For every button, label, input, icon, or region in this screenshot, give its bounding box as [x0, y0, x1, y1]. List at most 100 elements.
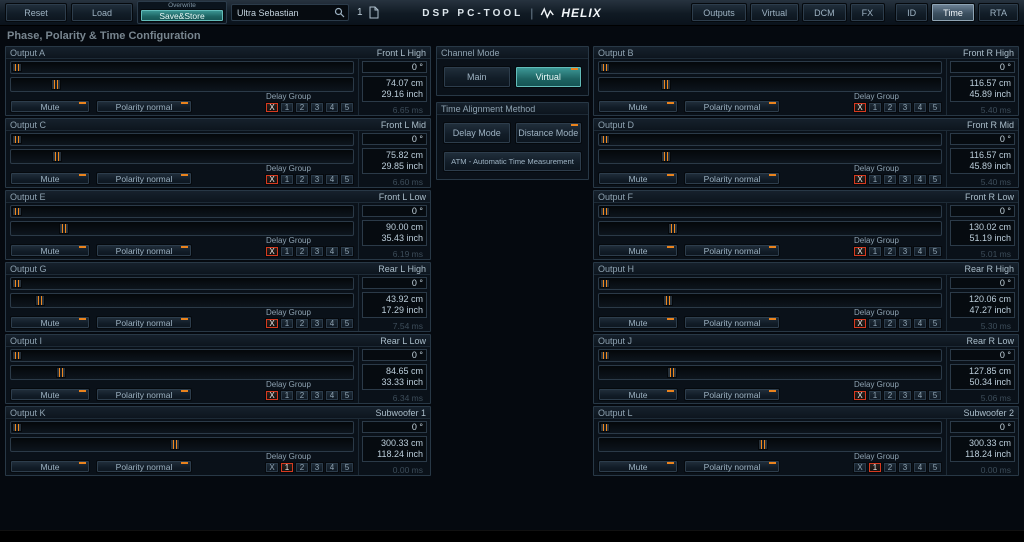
delay-group-2-button[interactable]: 2 — [295, 102, 309, 113]
phase-value[interactable]: 0 ° — [950, 277, 1015, 289]
polarity-button[interactable]: Polarity normal — [96, 460, 192, 473]
phase-value[interactable]: 0 ° — [362, 277, 427, 289]
phase-slider[interactable] — [598, 205, 942, 218]
distance-cm-value[interactable]: 74.07 cm — [366, 78, 423, 89]
phase-slider-thumb[interactable] — [12, 135, 22, 144]
distance-cm-value[interactable]: 300.33 cm — [954, 438, 1011, 449]
load-button[interactable]: Load — [71, 3, 133, 22]
delay-slider-thumb[interactable] — [663, 295, 674, 306]
distance-cm-value[interactable]: 130.02 cm — [954, 222, 1011, 233]
mute-button[interactable]: Mute — [598, 244, 678, 257]
polarity-button[interactable]: Polarity normal — [684, 316, 780, 329]
polarity-button[interactable]: Polarity normal — [96, 244, 192, 257]
delay-group-3-button[interactable]: 3 — [898, 462, 912, 473]
polarity-button[interactable]: Polarity normal — [684, 388, 780, 401]
delay-group-4-button[interactable]: 4 — [913, 462, 927, 473]
distance-cm-value[interactable]: 90.00 cm — [366, 222, 423, 233]
delay-slider-thumb[interactable] — [661, 151, 672, 162]
mute-button[interactable]: Mute — [10, 316, 90, 329]
phase-value[interactable]: 0 ° — [950, 61, 1015, 73]
phase-value[interactable]: 0 ° — [362, 349, 427, 361]
delay-group-x-button[interactable]: X — [853, 390, 867, 401]
distance-inch-value[interactable]: 45.89 inch — [954, 161, 1011, 172]
delay-group-x-button[interactable]: X — [265, 174, 279, 185]
delay-group-5-button[interactable]: 5 — [340, 318, 354, 329]
delay-group-2-button[interactable]: 2 — [295, 462, 309, 473]
distance-values[interactable]: 43.92 cm 17.29 inch — [362, 292, 427, 318]
phase-slider[interactable] — [598, 133, 942, 146]
polarity-button[interactable]: Polarity normal — [684, 100, 780, 113]
delay-group-5-button[interactable]: 5 — [340, 102, 354, 113]
delay-slider-thumb[interactable] — [169, 439, 180, 450]
delay-group-1-button[interactable]: 1 — [280, 390, 294, 401]
delay-group-x-button[interactable]: X — [265, 246, 279, 257]
delay-group-1-button[interactable]: 1 — [868, 102, 882, 113]
polarity-button[interactable]: Polarity normal — [96, 172, 192, 185]
delay-slider-thumb[interactable] — [667, 367, 678, 378]
phase-value[interactable]: 0 ° — [950, 349, 1015, 361]
delay-slider-thumb[interactable] — [51, 79, 62, 90]
phase-slider-thumb[interactable] — [12, 63, 22, 72]
phase-value[interactable]: 0 ° — [362, 133, 427, 145]
distance-inch-value[interactable]: 29.16 inch — [366, 89, 423, 100]
distance-inch-value[interactable]: 17.29 inch — [366, 305, 423, 316]
delay-group-3-button[interactable]: 3 — [898, 246, 912, 257]
delay-group-1-button[interactable]: 1 — [280, 462, 294, 473]
delay-group-4-button[interactable]: 4 — [913, 246, 927, 257]
delay-slider[interactable] — [10, 77, 354, 92]
delay-group-1-button[interactable]: 1 — [868, 462, 882, 473]
phase-value[interactable]: 0 ° — [950, 133, 1015, 145]
delay-group-1-button[interactable]: 1 — [868, 318, 882, 329]
delay-group-5-button[interactable]: 5 — [340, 390, 354, 401]
delay-group-5-button[interactable]: 5 — [928, 462, 942, 473]
distance-cm-value[interactable]: 300.33 cm — [366, 438, 423, 449]
reset-button[interactable]: Reset — [5, 3, 67, 22]
delay-group-4-button[interactable]: 4 — [913, 174, 927, 185]
delay-mode-button[interactable]: Delay Mode — [443, 122, 511, 144]
delay-group-4-button[interactable]: 4 — [913, 102, 927, 113]
delay-group-4-button[interactable]: 4 — [325, 318, 339, 329]
delay-slider[interactable] — [10, 437, 354, 452]
save-store-button[interactable]: Save&Store — [140, 9, 224, 22]
nav-virtual-button[interactable]: Virtual — [749, 3, 800, 22]
mute-button[interactable]: Mute — [10, 172, 90, 185]
delay-group-1-button[interactable]: 1 — [868, 174, 882, 185]
delay-group-1-button[interactable]: 1 — [280, 318, 294, 329]
delay-group-3-button[interactable]: 3 — [898, 318, 912, 329]
delay-group-5-button[interactable]: 5 — [340, 246, 354, 257]
phase-slider[interactable] — [598, 421, 942, 434]
distance-cm-value[interactable]: 43.92 cm — [366, 294, 423, 305]
distance-inch-value[interactable]: 29.85 inch — [366, 161, 423, 172]
delay-slider[interactable] — [10, 293, 354, 308]
distance-values[interactable]: 300.33 cm 118.24 inch — [362, 436, 427, 462]
nav-id-button[interactable]: ID — [895, 3, 929, 22]
mute-button[interactable]: Mute — [598, 388, 678, 401]
nav-outputs-button[interactable]: Outputs — [691, 3, 747, 22]
phase-slider[interactable] — [598, 61, 942, 74]
delay-group-2-button[interactable]: 2 — [295, 246, 309, 257]
mute-button[interactable]: Mute — [598, 316, 678, 329]
distance-values[interactable]: 120.06 cm 47.27 inch — [950, 292, 1015, 318]
delay-slider[interactable] — [598, 149, 942, 164]
delay-group-5-button[interactable]: 5 — [928, 102, 942, 113]
channel-mode-virtual-button[interactable]: Virtual — [514, 66, 582, 88]
distance-values[interactable]: 127.85 cm 50.34 inch — [950, 364, 1015, 390]
mute-button[interactable]: Mute — [598, 460, 678, 473]
phase-slider-thumb[interactable] — [12, 279, 22, 288]
delay-group-1-button[interactable]: 1 — [868, 390, 882, 401]
phase-value[interactable]: 0 ° — [950, 205, 1015, 217]
delay-slider-thumb[interactable] — [661, 79, 672, 90]
phase-slider-thumb[interactable] — [12, 207, 22, 216]
mute-button[interactable]: Mute — [10, 460, 90, 473]
delay-group-2-button[interactable]: 2 — [295, 318, 309, 329]
phase-value[interactable]: 0 ° — [362, 421, 427, 433]
distance-cm-value[interactable]: 116.57 cm — [954, 78, 1011, 89]
phase-slider-thumb[interactable] — [600, 351, 610, 360]
delay-group-3-button[interactable]: 3 — [310, 102, 324, 113]
phase-slider[interactable] — [10, 205, 354, 218]
delay-group-4-button[interactable]: 4 — [913, 390, 927, 401]
phase-value[interactable]: 0 ° — [362, 61, 427, 73]
phase-slider[interactable] — [10, 349, 354, 362]
polarity-button[interactable]: Polarity normal — [96, 388, 192, 401]
delay-group-3-button[interactable]: 3 — [310, 318, 324, 329]
